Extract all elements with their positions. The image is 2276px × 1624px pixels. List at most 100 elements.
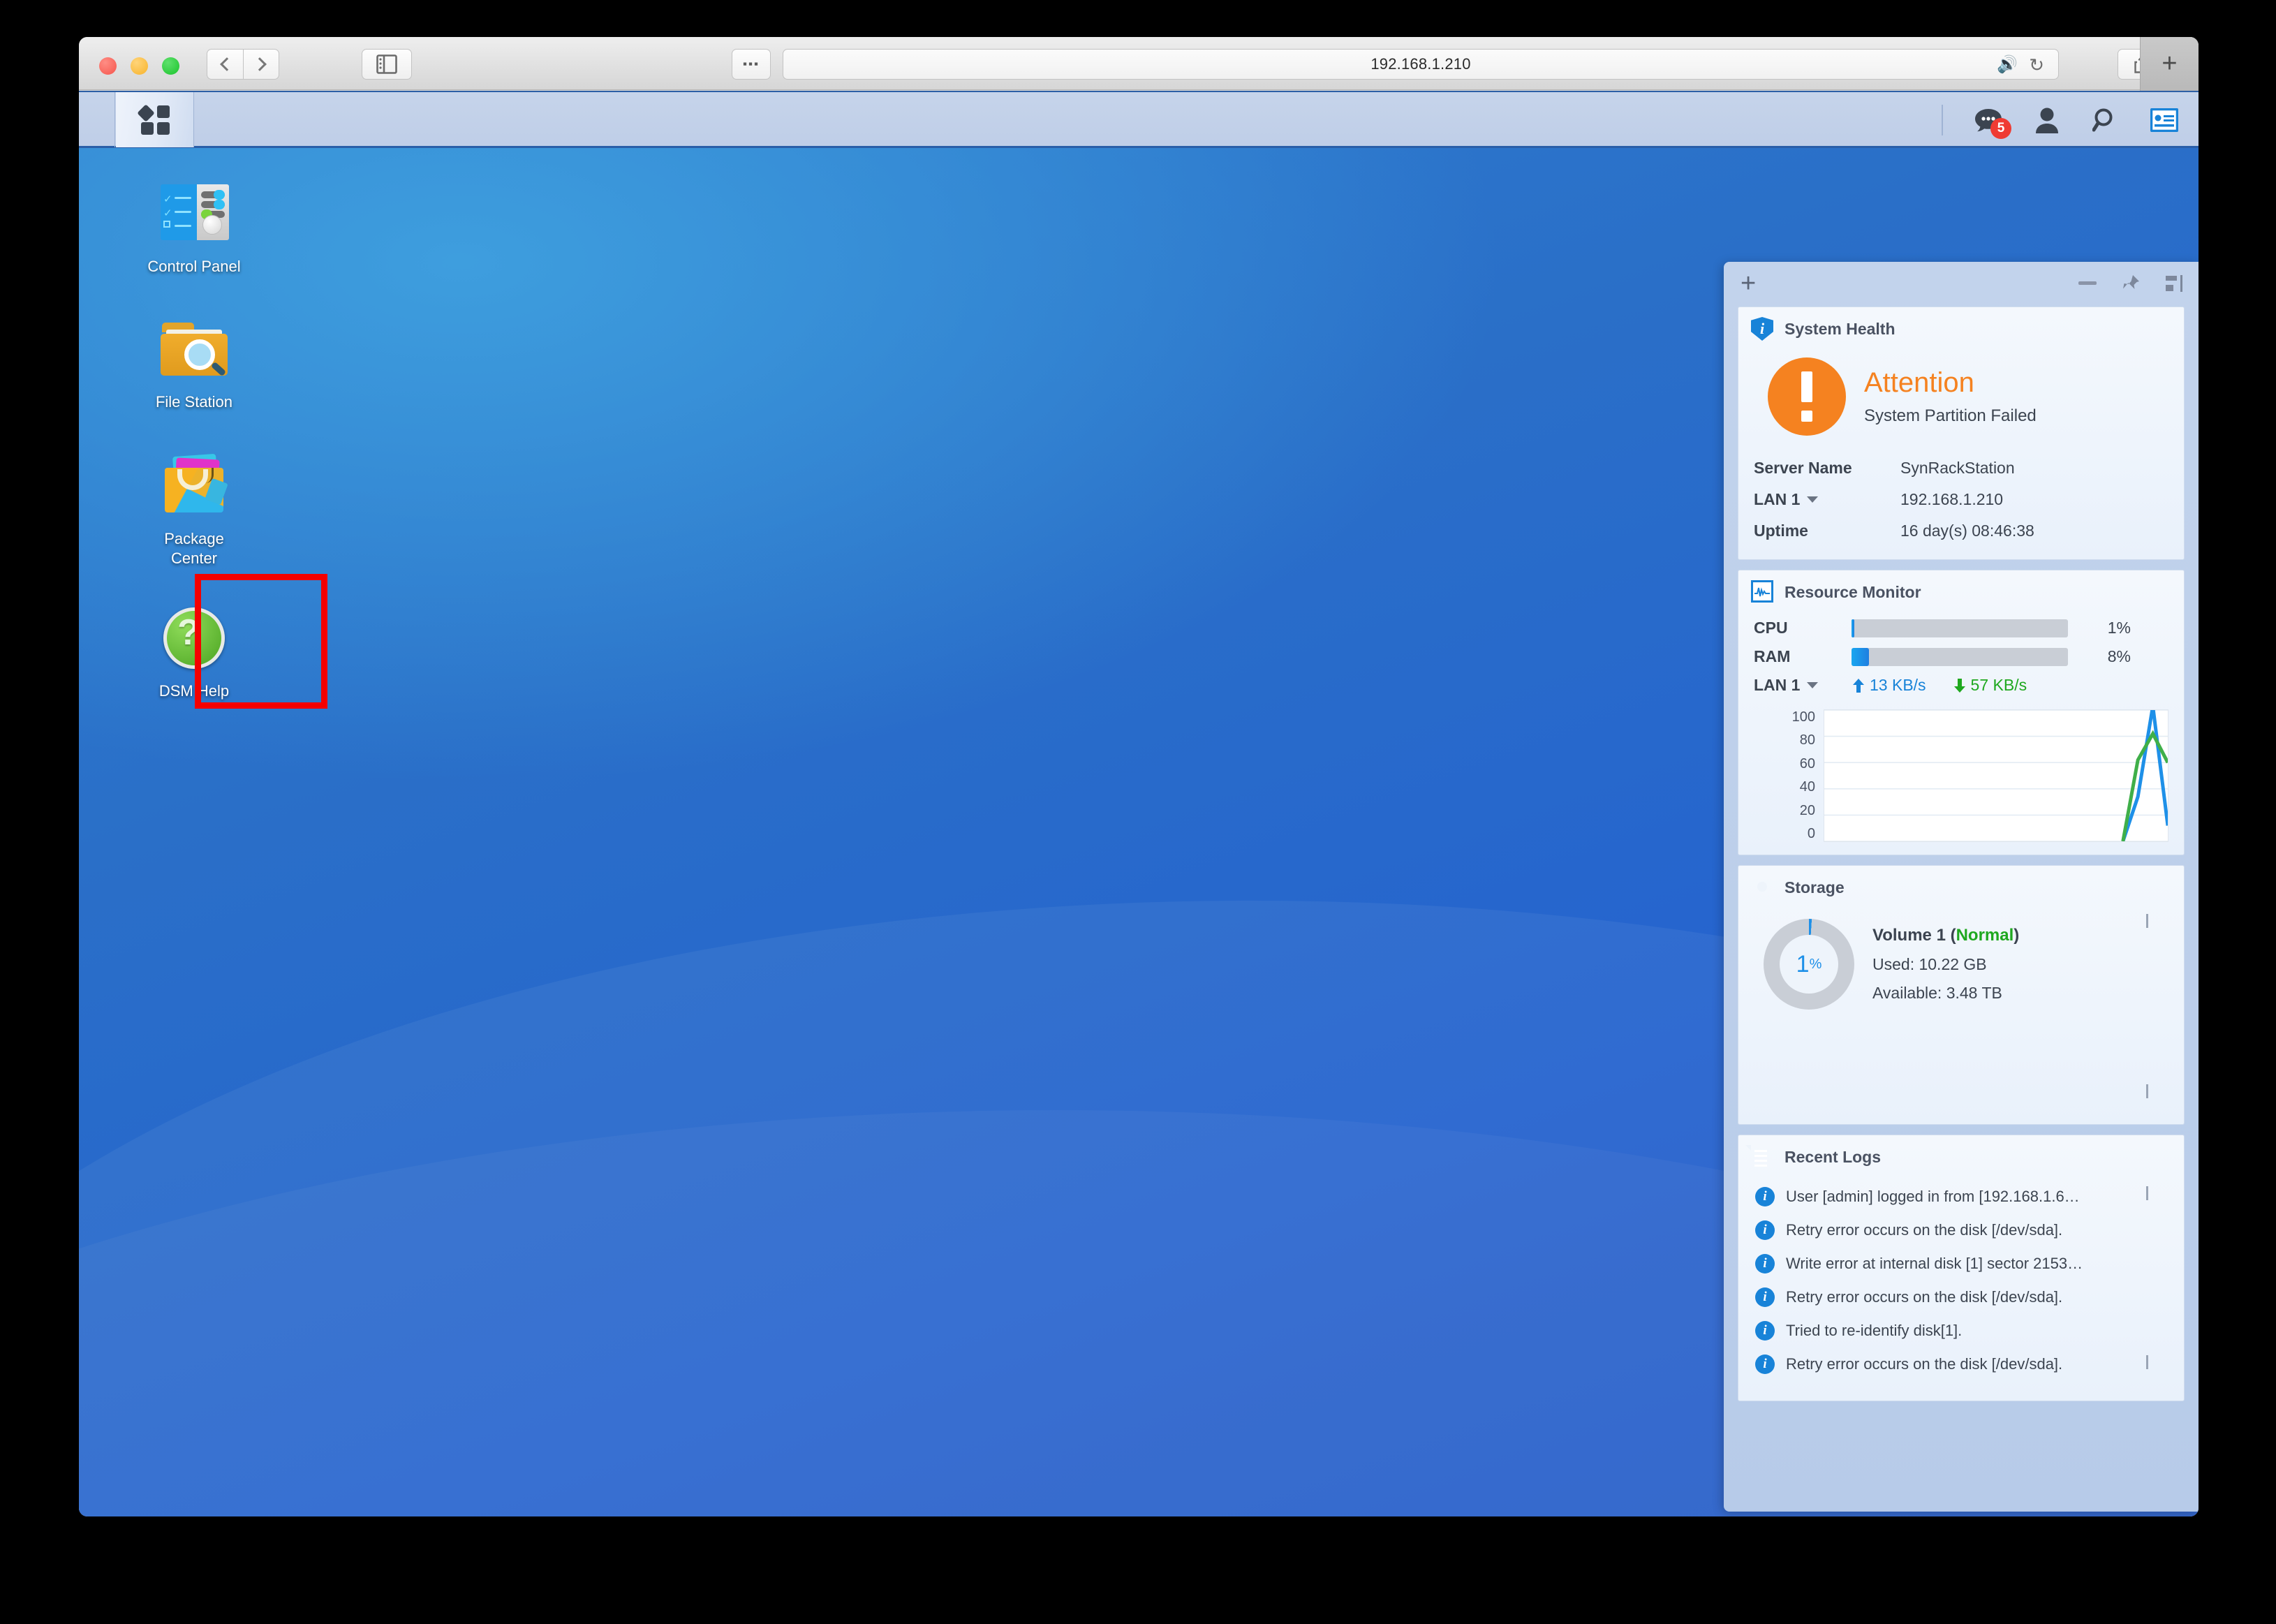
- close-window-button[interactable]: [99, 57, 117, 75]
- arrow-up-icon: [1852, 678, 1865, 693]
- desktop-icon-dsm-help[interactable]: ? DSM Help: [124, 595, 264, 707]
- grid-square-2: [157, 105, 170, 118]
- speaker-icon[interactable]: 🔊: [1997, 57, 2018, 73]
- taskbar-tray: 5: [1942, 92, 2180, 147]
- system-health-status: Attention System Partition Failed: [1754, 350, 2168, 452]
- minimize-window-button[interactable]: [131, 57, 148, 75]
- row-key-text: LAN 1: [1754, 490, 1800, 509]
- ram-percent: 8%: [2068, 647, 2131, 666]
- sidebar-toggle-button[interactable]: [362, 49, 412, 80]
- plus-icon: +: [2162, 49, 2177, 79]
- log-entry[interactable]: i Retry error occurs on the disk [/dev/s…: [1755, 1348, 2141, 1381]
- log-entry[interactable]: i User [admin] logged in from [192.168.1…: [1755, 1180, 2141, 1213]
- storage-usage-donut: 1%: [1764, 919, 1854, 1010]
- widget-panel-header: +: [1724, 262, 2199, 307]
- widget-header: Resource Monitor: [1738, 570, 2184, 611]
- row-key[interactable]: LAN 1: [1754, 490, 1900, 509]
- chart-svg: [1824, 710, 2168, 841]
- upload-value: 13 KB/s: [1870, 676, 1926, 695]
- warning-icon: [1768, 357, 1846, 436]
- row-key: Uptime: [1754, 522, 1900, 540]
- widget-system-health: i System Health Attention System Partiti…: [1738, 307, 2185, 560]
- new-tab-button[interactable]: +: [2140, 37, 2199, 91]
- notification-badge: 5: [1990, 118, 2011, 139]
- add-widget-button[interactable]: +: [1741, 270, 1756, 297]
- desktop-icon-label-line1: Package: [164, 530, 224, 547]
- download-value: 57 KB/s: [1971, 676, 2027, 695]
- sidebar-icon: [376, 54, 397, 74]
- logs-icon: [1751, 1145, 1775, 1169]
- log-entry[interactable]: i Retry error occurs on the disk [/dev/s…: [1755, 1213, 2141, 1247]
- forward-button[interactable]: [243, 49, 279, 80]
- scroll-down-icon[interactable]: [2146, 1086, 2164, 1105]
- scroll-up-icon[interactable]: [2146, 916, 2164, 934]
- main-menu-button[interactable]: [116, 92, 194, 147]
- y-tick: 40: [1754, 779, 1815, 795]
- browser-toolbar: ▪▪▪ 192.168.1.210 🔊 ↻ +: [79, 37, 2199, 90]
- layout-icon[interactable]: [2164, 273, 2185, 294]
- dsm-help-icon: ?: [158, 602, 230, 674]
- dsm-desktop: 5: [79, 91, 2199, 1516]
- row-value: 16 day(s) 08:46:38: [1900, 522, 2034, 540]
- file-station-icon: [158, 313, 230, 385]
- browser-window: ▪▪▪ 192.168.1.210 🔊 ↻ +: [79, 37, 2199, 1516]
- lan-label[interactable]: LAN 1: [1754, 676, 1852, 695]
- desktop-icon-label: Control Panel: [127, 257, 261, 276]
- widget-storage: Storage 1% Volume 1 (Normal): [1738, 865, 2185, 1125]
- pin-icon[interactable]: [2120, 273, 2141, 294]
- widget-title-text: System Health: [1784, 320, 1896, 339]
- back-button[interactable]: [207, 49, 243, 80]
- maximize-window-button[interactable]: [162, 57, 179, 75]
- info-row-uptime: Uptime 16 day(s) 08:46:38: [1754, 515, 2168, 547]
- desktop-icon-file-station[interactable]: File Station: [124, 306, 264, 418]
- log-text: User [admin] logged in from [192.168.1.6…: [1786, 1188, 2080, 1206]
- user-icon[interactable]: [2031, 104, 2063, 136]
- info-icon: i: [1755, 1321, 1775, 1341]
- info-icon: i: [1755, 1220, 1775, 1240]
- log-text: Write error at internal disk [1] sector …: [1786, 1255, 2083, 1273]
- info-icon: i: [1755, 1254, 1775, 1274]
- lan-label-text: LAN 1: [1754, 676, 1800, 695]
- minimize-icon[interactable]: [2077, 273, 2098, 294]
- package-center-icon: [158, 450, 230, 522]
- info-icon: i: [1755, 1187, 1775, 1206]
- reader-icon: ▪▪▪: [743, 57, 760, 71]
- desktop-icon-label-line2: Center: [171, 549, 217, 567]
- lan-row: LAN 1 13 KB/s 57 KB/s: [1754, 671, 2168, 700]
- log-entry[interactable]: i Retry error occurs on the disk [/dev/s…: [1755, 1280, 2141, 1314]
- logs-scroll-arrows: [2141, 1179, 2168, 1388]
- reload-icon[interactable]: ↻: [2029, 57, 2044, 73]
- chart-y-axis: 100 80 60 40 20 0: [1754, 709, 1824, 842]
- info-icon: i: [1755, 1287, 1775, 1307]
- desktop-icon-control-panel[interactable]: ✓ ✓ Control Panel: [124, 170, 264, 282]
- chevron-down-icon[interactable]: [1807, 682, 1818, 688]
- widgets-icon[interactable]: [2148, 104, 2180, 136]
- chevron-left-icon: [220, 57, 234, 71]
- log-entry[interactable]: i Tried to re-identify disk[1].: [1755, 1314, 2141, 1348]
- row-value: 192.168.1.210: [1900, 490, 2003, 509]
- log-text: Retry error occurs on the disk [/dev/sda…: [1786, 1221, 2062, 1239]
- y-tick: 60: [1754, 756, 1815, 772]
- reader-view-button[interactable]: ▪▪▪: [732, 49, 771, 80]
- scroll-up-icon[interactable]: [2146, 1188, 2164, 1206]
- download-rate: 57 KB/s: [1953, 676, 2027, 695]
- log-entry[interactable]: i Write error at internal disk [1] secto…: [1755, 1247, 2141, 1280]
- ram-bar-fill: [1852, 648, 1869, 666]
- ram-bar: [1852, 648, 2068, 666]
- recent-logs-list: i User [admin] logged in from [192.168.1…: [1754, 1179, 2168, 1388]
- cpu-row: CPU 1%: [1754, 614, 2168, 642]
- cpu-bar: [1852, 619, 2068, 637]
- scroll-down-icon[interactable]: [2146, 1357, 2164, 1375]
- window-controls: [99, 57, 179, 75]
- widget-header: Recent Logs: [1738, 1135, 2184, 1176]
- chart-plot-area: [1824, 709, 2168, 842]
- notifications-icon[interactable]: 5: [1972, 104, 2004, 136]
- widget-title-text: Resource Monitor: [1784, 583, 1921, 602]
- desktop-icon-package-center[interactable]: Package Center: [124, 443, 264, 574]
- address-bar[interactable]: 192.168.1.210 🔊 ↻: [783, 49, 2059, 80]
- taskbar-gutter: [79, 92, 115, 147]
- search-icon[interactable]: [2090, 104, 2122, 136]
- info-icon: i: [1755, 1354, 1775, 1374]
- y-tick: 20: [1754, 803, 1815, 819]
- chevron-down-icon[interactable]: [1807, 496, 1818, 503]
